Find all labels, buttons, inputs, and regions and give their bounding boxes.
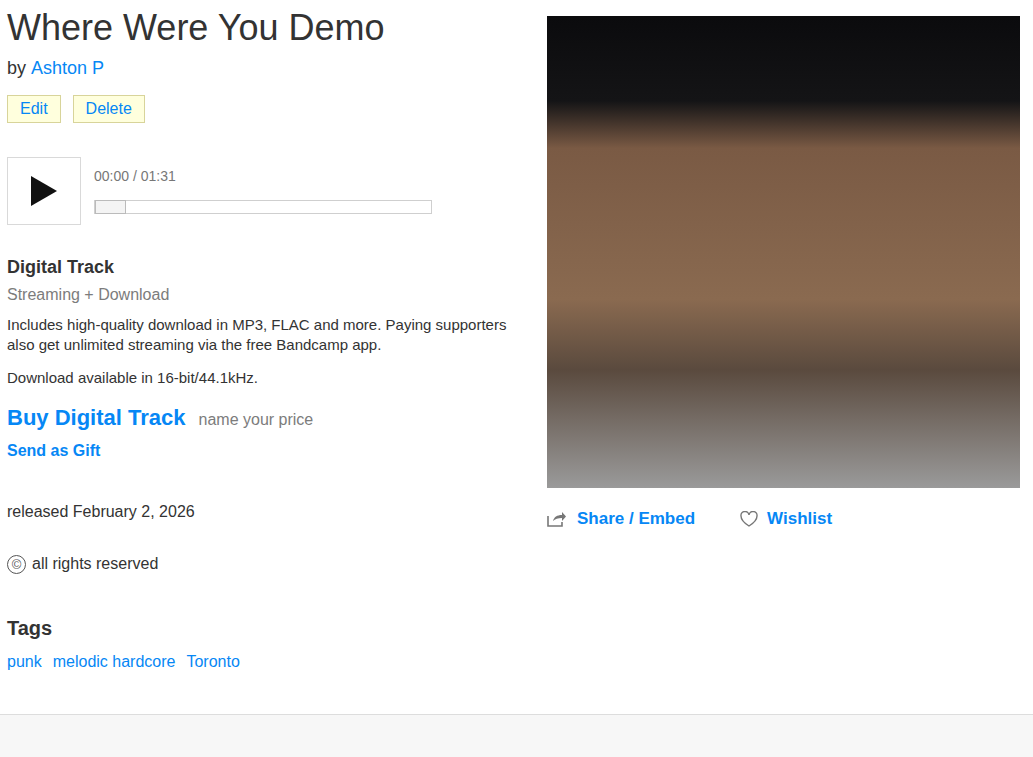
share-button[interactable]: Share / Embed xyxy=(547,509,695,529)
play-button[interactable] xyxy=(7,157,81,225)
progress-thumb[interactable] xyxy=(95,200,126,214)
artist-link[interactable]: Ashton P xyxy=(31,56,104,80)
quality-note: Download available in 16-bit/44.1kHz. xyxy=(7,368,535,388)
player: 00:00 / 01:31 xyxy=(7,157,535,225)
tag-link[interactable]: melodic hardcore xyxy=(53,652,176,672)
tag-link[interactable]: punk xyxy=(7,652,42,672)
page-main: Where Were You Demo byAshton P Edit Delete 0… xyxy=(0,0,1033,715)
progress-track[interactable] xyxy=(94,200,432,214)
tags-heading: Tags xyxy=(7,616,535,640)
left-column: Where Were You Demo byAshton P Edit Delete 0… xyxy=(0,0,535,714)
action-buttons: Edit Delete xyxy=(7,95,535,123)
cover-art[interactable] xyxy=(547,16,1020,488)
tags-list: punk melodic hardcore Toronto xyxy=(7,652,535,672)
artist-prefix: by xyxy=(7,56,26,80)
player-controls: 00:00 / 01:31 xyxy=(94,157,432,225)
share-label: Share / Embed xyxy=(577,509,695,529)
license: © all rights reserved xyxy=(7,554,535,574)
share-icon xyxy=(547,511,567,527)
tag-link[interactable]: Toronto xyxy=(186,652,239,672)
artist-line: byAshton P xyxy=(7,56,535,80)
wishlist-button[interactable]: Wishlist xyxy=(740,509,832,529)
release-date: released February 2, 2026 xyxy=(7,502,535,522)
edit-button[interactable]: Edit xyxy=(7,95,61,123)
buy-link[interactable]: Buy Digital Track xyxy=(7,404,186,432)
purchase-description: Includes high-quality download in MP3, F… xyxy=(7,315,507,355)
gift-link[interactable]: Send as Gift xyxy=(7,441,100,461)
buy-row: Buy Digital Track name your price xyxy=(7,404,535,432)
price-note: name your price xyxy=(199,408,314,432)
right-column: Share / Embed Wishlist xyxy=(547,0,1020,714)
track-title: Where Were You Demo xyxy=(7,8,535,48)
play-icon xyxy=(31,176,57,206)
format-label: Streaming + Download xyxy=(7,284,535,306)
page-footer xyxy=(0,715,1033,757)
heart-icon xyxy=(740,511,758,527)
delete-button[interactable]: Delete xyxy=(73,95,145,123)
time-display: 00:00 / 01:31 xyxy=(94,166,432,186)
share-row: Share / Embed Wishlist xyxy=(547,509,1020,529)
license-symbol: © xyxy=(7,555,26,574)
wishlist-label: Wishlist xyxy=(767,509,832,529)
license-text: all rights reserved xyxy=(32,554,158,574)
purchase-heading: Digital Track xyxy=(7,255,535,279)
